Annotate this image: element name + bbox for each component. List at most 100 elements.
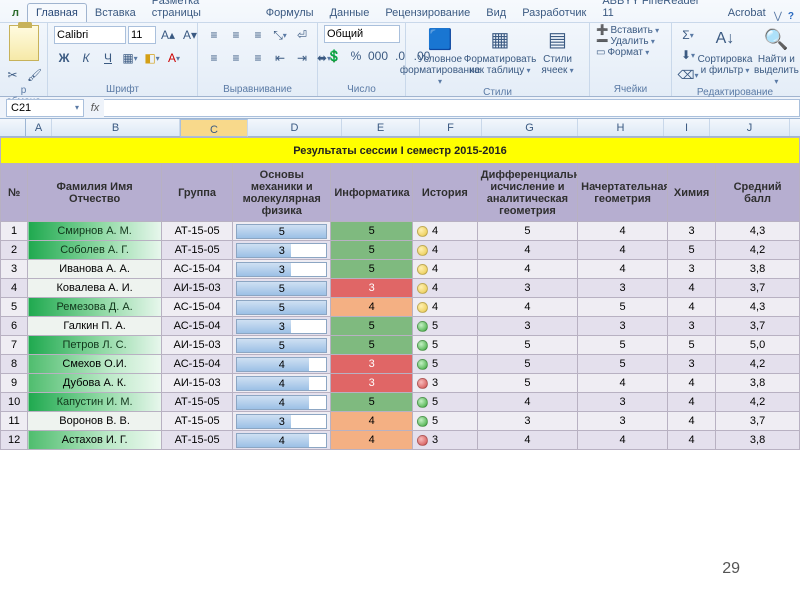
group-align-label: Выравнивание [204,84,311,96]
clear-icon[interactable]: ⌫ [678,65,698,85]
increase-font-icon[interactable]: A▴ [158,25,178,45]
border-icon[interactable]: ▦ [120,48,140,68]
table-row[interactable]: 3Иванова А. А.АС-15-043544433,8 [1,260,800,279]
tab-6[interactable]: Вид [478,4,514,22]
cell-chem: 4 [668,298,716,317]
font-size-select[interactable] [128,26,156,44]
font-name-select[interactable] [54,26,126,44]
tab-2[interactable]: Разметка страницы [144,0,258,22]
tab-4[interactable]: Данные [322,4,378,22]
indent-dec-icon[interactable]: ⇤ [270,48,290,68]
col-header-G[interactable]: G [482,119,578,136]
align-middle-icon[interactable]: ≡ [226,25,246,45]
insert-cells-button[interactable]: Вставить [610,25,659,36]
fill-color-icon[interactable]: ◧ [142,48,162,68]
format-cell-icon[interactable]: ▭ [596,47,605,58]
col-header-F[interactable]: F [420,119,482,136]
cell-informatics: 4 [331,431,413,450]
format-painter-icon[interactable]: 🖌 [25,65,45,85]
table-row[interactable]: 2Соболев А. Г.АТ-15-053544454,2 [1,241,800,260]
cut-icon[interactable]: ✂ [3,65,23,85]
align-bottom-icon[interactable]: ≡ [248,25,268,45]
sort-filter-button[interactable]: A↓Сортировка и фильтр [700,25,750,76]
decrease-font-icon[interactable]: A▾ [180,25,200,45]
table-row[interactable]: 11Воронов В. В.АТ-15-053453343,7 [1,412,800,431]
cell-geom: 3 [578,412,668,431]
underline-icon[interactable]: Ч [98,48,118,68]
help-icon[interactable]: ? [788,11,794,22]
col-header-C[interactable]: C [180,119,248,137]
cell-diff: 5 [477,355,577,374]
autosum-icon[interactable]: Σ [678,25,698,45]
align-left-icon[interactable]: ≡ [204,48,224,68]
table-row[interactable]: 8Смехов О.И.АС-15-044355534,2 [1,355,800,374]
table-row[interactable]: 4Ковалева А. И.АИ-15-035343343,7 [1,279,800,298]
delete-cells-button[interactable]: Удалить [610,36,654,47]
table-row[interactable]: 1Смирнов А. М.АТ-15-055545434,3 [1,222,800,241]
col-header-E[interactable]: E [342,119,420,136]
find-select-button[interactable]: 🔍Найти и выделить [754,25,799,87]
orientation-icon[interactable]: ⤡ [270,25,290,45]
tab-7[interactable]: Разработчик [514,4,594,22]
data-table[interactable]: Результаты сессии I семестр 2015-2016 №Ф… [0,137,800,450]
table-row[interactable]: 5Ремезова Д. А.АС-15-045444544,3 [1,298,800,317]
traffic-light-icon [417,302,428,313]
table-row[interactable]: 7Петров Л. С.АИ-15-035555555,0 [1,336,800,355]
table-row[interactable]: 10Капустин И. М.АТ-15-054554344,2 [1,393,800,412]
cell-num: 3 [1,260,28,279]
fill-icon[interactable]: ⬇ [678,45,698,65]
col-header-I[interactable]: I [664,119,710,136]
comma-icon[interactable]: 000 [368,46,388,66]
paste-icon[interactable] [9,25,39,61]
wrap-text-icon[interactable]: ⏎ [292,25,312,45]
cell-geom: 4 [578,241,668,260]
cell-avg: 4,2 [716,355,800,374]
italic-icon[interactable]: К [76,48,96,68]
indent-inc-icon[interactable]: ⇥ [292,48,312,68]
tab-9[interactable]: Acrobat [720,4,774,22]
table-row[interactable]: 12Астахов И. Г.АТ-15-054434443,8 [1,431,800,450]
cell-history: 5 [412,393,477,412]
align-top-icon[interactable]: ≡ [204,25,224,45]
col-header-J[interactable]: J [710,119,790,136]
tab-file[interactable]: л [4,4,27,22]
align-center-icon[interactable]: ≡ [226,48,246,68]
conditional-formatting-button[interactable]: 🟦Условное форматирование [412,25,468,87]
cell-group: АТ-15-05 [162,241,233,260]
table-row[interactable]: 6Галкин П. А.АС-15-043553333,7 [1,317,800,336]
cell-styles-button[interactable]: ▤Стили ячеек [532,25,583,76]
number-format-select[interactable] [324,25,400,43]
fx-icon[interactable]: fx [86,102,104,114]
insert-cell-icon[interactable]: ➕ [596,25,608,36]
font-color-icon[interactable]: A [164,48,184,68]
cell-avg: 5,0 [716,336,800,355]
table-row[interactable]: 9Дубова А. К.АИ-15-034335443,8 [1,374,800,393]
header-cell: Информатика [331,164,413,222]
tab-8[interactable]: ABBYY FineReader 11 [594,0,719,22]
col-header-A[interactable]: A [26,119,52,136]
cell-bar: 3 [233,412,331,431]
bold-icon[interactable]: Ж [54,48,74,68]
col-header-B[interactable]: B [52,119,180,136]
tab-0[interactable]: Главная [27,3,87,22]
name-box[interactable]: C21 [6,99,84,117]
format-cells-button[interactable]: Формат [607,47,649,58]
tab-1[interactable]: Вставка [87,4,144,22]
format-as-table-button[interactable]: ▦Форматировать как таблицу [472,25,528,76]
cell-bar: 4 [233,374,331,393]
header-cell: № [1,164,28,222]
tab-3[interactable]: Формулы [258,4,322,22]
ribbon-groups: ✂ 🖌 р обмена A▴ A▾ Ж К Ч ▦ [0,22,800,96]
delete-cell-icon[interactable]: ➖ [596,36,608,47]
tab-5[interactable]: Рецензирование [377,4,478,22]
percent-icon[interactable]: % [346,46,366,66]
col-header-D[interactable]: D [248,119,342,136]
align-right-icon[interactable]: ≡ [248,48,268,68]
select-all-corner[interactable] [0,119,26,136]
cell-chem: 3 [668,260,716,279]
ribbon-minimize-icon[interactable]: ⋁ [774,11,782,22]
header-cell: Начертательная геометрия [578,164,668,222]
formula-input[interactable] [104,99,800,117]
currency-icon[interactable]: 💲 [324,46,344,66]
col-header-H[interactable]: H [578,119,664,136]
